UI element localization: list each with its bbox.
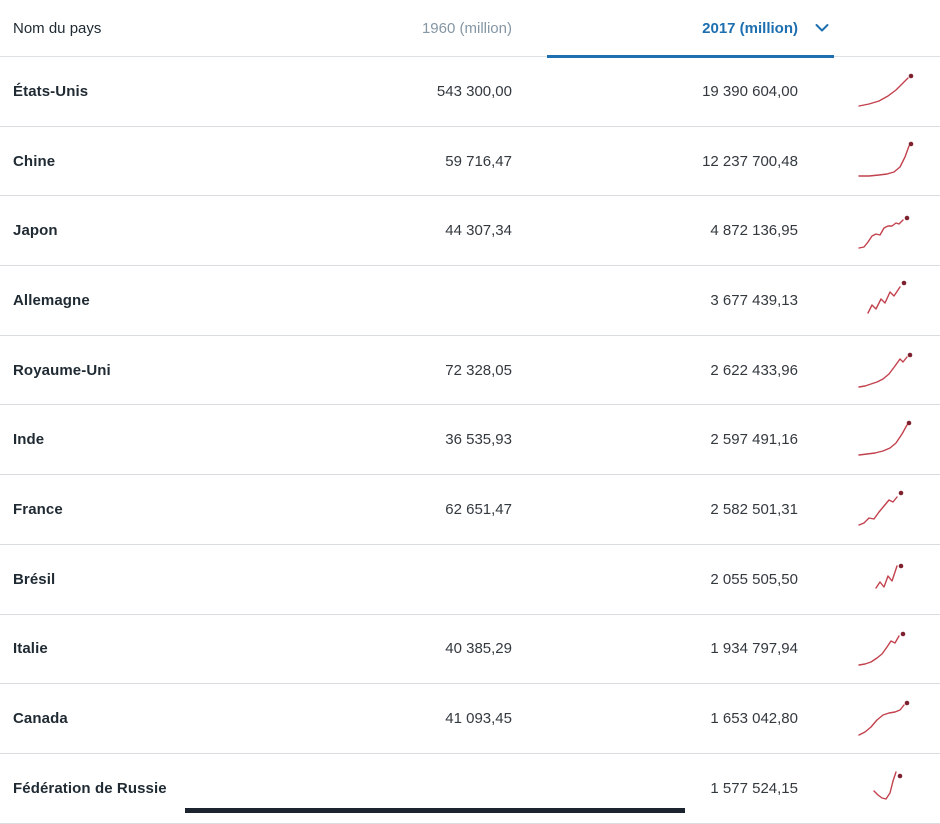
country-name: Japon [0,222,270,239]
value-2017: 4 872 136,95 [710,222,798,239]
trend-sparkline [856,348,918,392]
sort-chevron-down-icon[interactable] [815,23,829,33]
value-1960: 40 385,29 [445,640,512,657]
table-row[interactable]: France 62 651,47 2 582 501,31 [0,475,940,545]
column-header-2017[interactable]: 2017 (million) [702,20,798,37]
table-row[interactable]: Fédération de Russie 1 577 524,15 [0,754,940,824]
value-2017: 2 597 491,16 [710,431,798,448]
active-column-underline [547,55,834,58]
country-name: Fédération de Russie [0,780,270,797]
value-2017: 2 582 501,31 [710,501,798,518]
column-header-1960[interactable]: 1960 (million) [422,20,512,37]
bottom-bar [185,808,685,813]
table-row[interactable]: Brésil 2 055 505,50 [0,545,940,615]
country-data-table: Nom du pays 1960 (million) 2017 (million… [0,0,940,824]
value-2017: 1 653 042,80 [710,710,798,727]
trend-sparkline [856,418,918,462]
country-name: États-Unis [0,83,270,100]
country-name: Allemagne [0,292,270,309]
country-name: Inde [0,431,270,448]
value-1960: 36 535,93 [445,431,512,448]
value-2017: 19 390 604,00 [702,83,798,100]
trend-sparkline [856,557,918,601]
country-name: Chine [0,153,270,170]
trend-sparkline [856,69,918,113]
table-row[interactable]: Chine 59 716,47 12 237 700,48 [0,127,940,197]
value-1960: 62 651,47 [445,501,512,518]
column-header-country[interactable]: Nom du pays [0,20,270,37]
value-1960: 44 307,34 [445,222,512,239]
table-header: Nom du pays 1960 (million) 2017 (million… [0,0,940,57]
country-name: Royaume-Uni [0,362,270,379]
value-1960: 41 093,45 [445,710,512,727]
value-2017: 2 622 433,96 [710,362,798,379]
trend-sparkline [856,487,918,531]
value-2017: 1 577 524,15 [710,780,798,797]
trend-sparkline [856,627,918,671]
value-2017: 1 934 797,94 [710,640,798,657]
trend-sparkline [856,209,918,253]
table-row[interactable]: Inde 36 535,93 2 597 491,16 [0,405,940,475]
table-row[interactable]: Italie 40 385,29 1 934 797,94 [0,615,940,685]
value-2017: 2 055 505,50 [710,571,798,588]
trend-sparkline [856,278,918,322]
table-row[interactable]: Allemagne 3 677 439,13 [0,266,940,336]
trend-sparkline [856,766,918,810]
country-name: Canada [0,710,270,727]
trend-sparkline [856,697,918,741]
table-row[interactable]: États-Unis 543 300,00 19 390 604,00 [0,57,940,127]
value-2017: 3 677 439,13 [710,292,798,309]
value-2017: 12 237 700,48 [702,153,798,170]
value-1960: 543 300,00 [437,83,512,100]
country-name: Brésil [0,571,270,588]
country-name: France [0,501,270,518]
country-name: Italie [0,640,270,657]
table-row[interactable]: Japon 44 307,34 4 872 136,95 [0,196,940,266]
table-row[interactable]: Canada 41 093,45 1 653 042,80 [0,684,940,754]
value-1960: 72 328,05 [445,362,512,379]
table-row[interactable]: Royaume-Uni 72 328,05 2 622 433,96 [0,336,940,406]
trend-sparkline [856,139,918,183]
table-body: États-Unis 543 300,00 19 390 604,00 Chin… [0,57,940,824]
value-1960: 59 716,47 [445,153,512,170]
